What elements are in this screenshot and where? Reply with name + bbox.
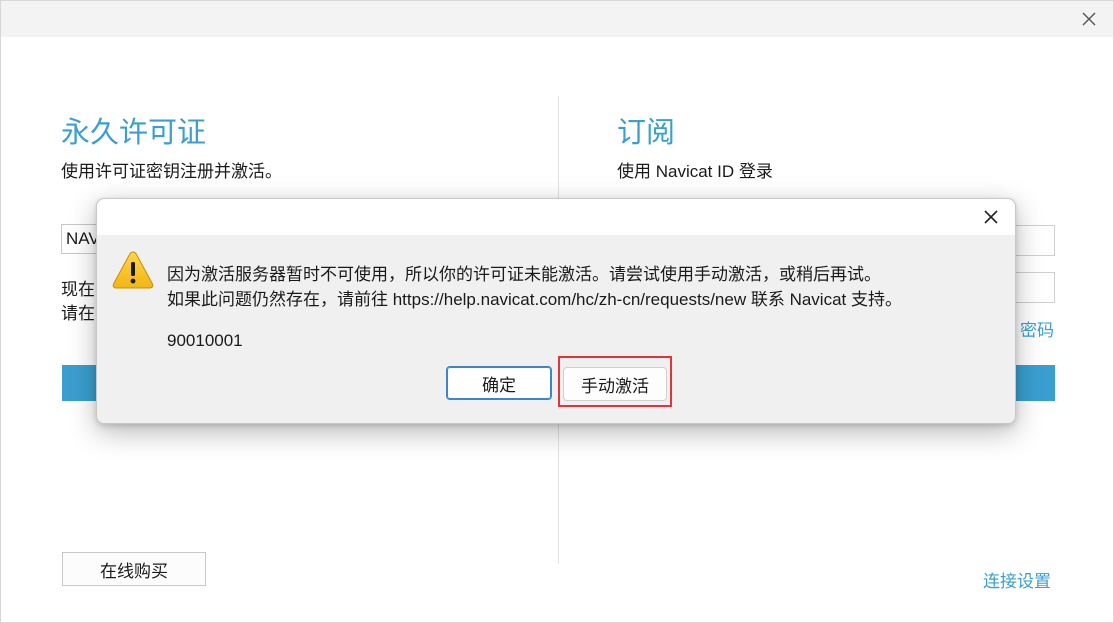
subscription-title: 订阅	[617, 117, 676, 149]
error-code: 90010001	[167, 331, 243, 350]
dialog-title-bar	[97, 199, 1015, 235]
perpetual-license-description: 使用许可证密钥注册并激活。	[61, 162, 282, 181]
forgot-password-link[interactable]: 密码	[1020, 316, 1054, 341]
title-bar	[1, 1, 1113, 37]
warning-icon	[112, 251, 154, 289]
connection-settings-link[interactable]: 连接设置	[983, 567, 1051, 592]
error-message-line2: 如果此问题仍然存在，请前往 https://help.navicat.com/h…	[167, 290, 902, 309]
manual-activation-button[interactable]: 手动激活	[563, 367, 667, 401]
activation-error-dialog: 因为激活服务器暂时不可使用，所以你的许可证未能激活。请尝试使用手动激活，或稍后再…	[96, 198, 1016, 424]
subscription-description: 使用 Navicat ID 登录	[617, 162, 773, 181]
error-message-line1: 因为激活服务器暂时不可使用，所以你的许可证未能激活。请尝试使用手动激活，或稍后再…	[167, 265, 881, 284]
buy-online-button[interactable]: 在线购买	[62, 552, 206, 586]
close-icon[interactable]	[981, 207, 1001, 227]
perpetual-license-title: 永久许可证	[61, 117, 207, 149]
close-icon[interactable]	[1079, 9, 1099, 29]
ok-button[interactable]: 确定	[446, 366, 552, 400]
activation-hint-line1: 现在	[61, 280, 95, 299]
activation-hint-line2: 请在	[61, 304, 95, 323]
